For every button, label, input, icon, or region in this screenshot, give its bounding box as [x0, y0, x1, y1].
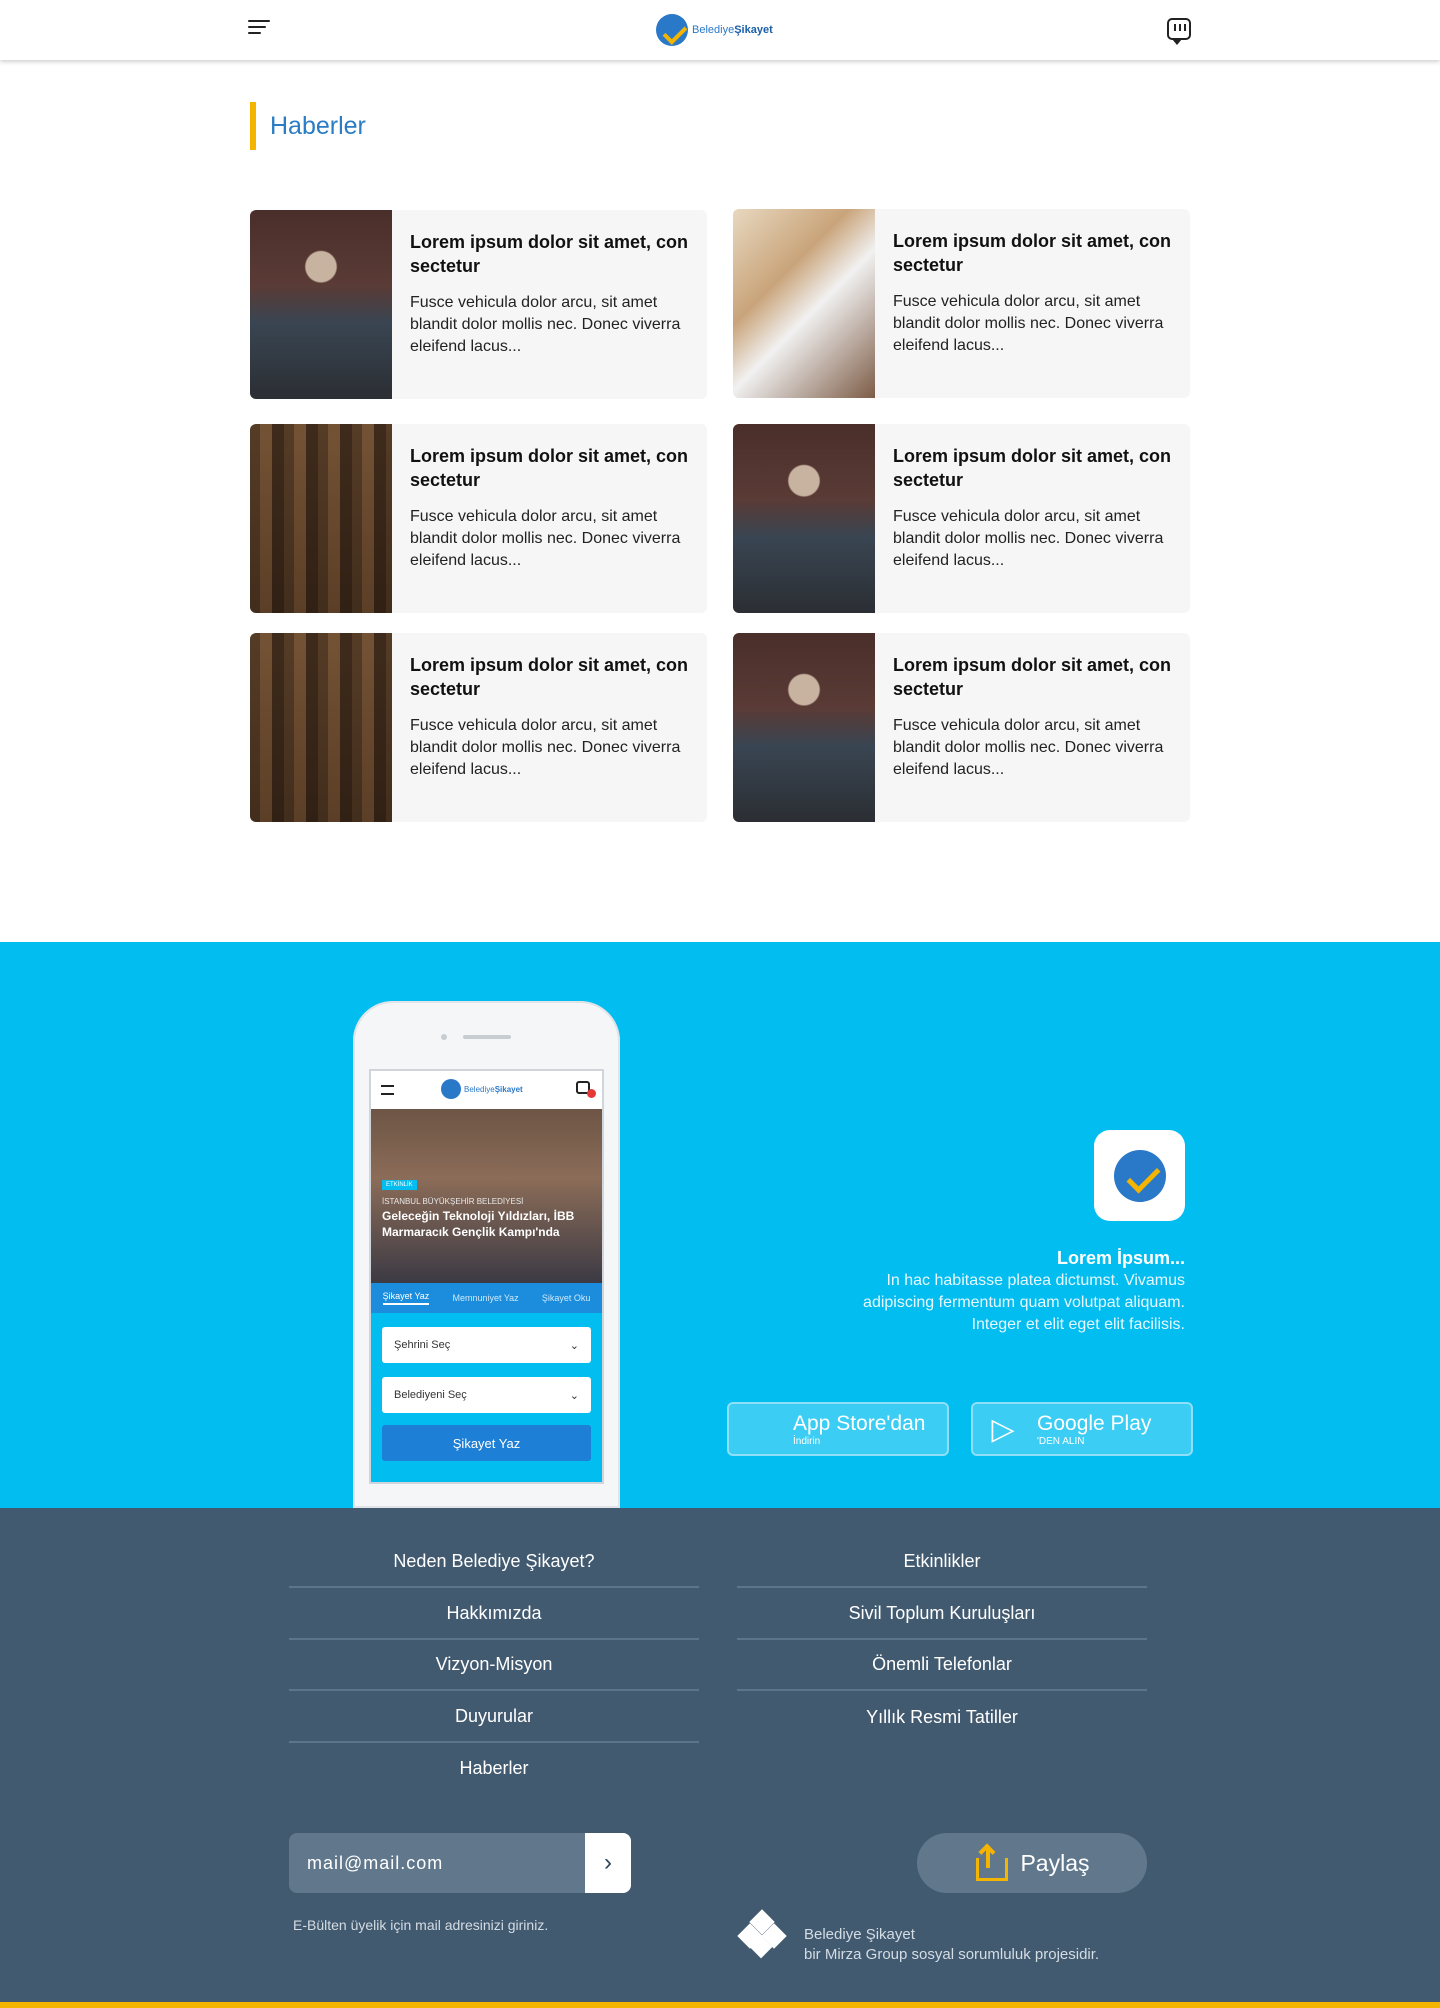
logo-text: BelediyeŞikayet [692, 24, 773, 36]
news-card[interactable]: Lorem ipsum dolor sit amet, con sectetur… [733, 209, 1190, 398]
phone-screen-header: Belediye Şikayet [371, 1071, 602, 1109]
hamburger-menu-icon[interactable] [248, 20, 270, 38]
news-thumbnail [250, 210, 392, 399]
news-card[interactable]: Lorem ipsum dolor sit amet, con sectetur… [250, 633, 707, 822]
newsletter-form: › [289, 1833, 631, 1893]
news-card-body: Lorem ipsum dolor sit amet, con sectetur… [392, 633, 707, 822]
news-thumbnail [250, 633, 392, 822]
chat-icon[interactable] [1167, 18, 1191, 45]
chevron-down-icon: ⌄ [569, 1389, 579, 1402]
app-logo-icon [1114, 1150, 1166, 1202]
news-card-body: Lorem ipsum dolor sit amet, con sectetur… [875, 633, 1190, 822]
newsletter-submit-button[interactable]: › [585, 1833, 631, 1893]
phone-speaker [463, 1035, 511, 1039]
phone-camera [441, 1034, 447, 1040]
logo-badge-icon [656, 14, 688, 46]
news-card-text: Fusce vehicula dolor arcu, sit amet blan… [410, 717, 681, 778]
news-thumbnail [733, 424, 875, 613]
chevron-down-icon: ⌄ [569, 1339, 579, 1352]
phone-hero: ETKİNLİK İSTANBUL BÜYÜKŞEHİR BELEDİYESİ … [371, 1109, 602, 1283]
phone-logo: Belediye Şikayet [441, 1079, 523, 1099]
phone-select-municipality: Belediyeni Seç ⌄ [382, 1377, 591, 1413]
phone-tab-1: Şikayet Yaz [382, 1291, 430, 1305]
app-store-button[interactable]: App Store'dan İndirin [727, 1402, 949, 1456]
news-card[interactable]: Lorem ipsum dolor sit amet, con sectetur… [250, 424, 707, 613]
google-play-button[interactable]: ▷ Google Play 'DEN ALIN [971, 1402, 1193, 1456]
phone-submit-button: Şikayet Yaz [382, 1425, 591, 1461]
share-button[interactable]: Paylaş [917, 1833, 1147, 1893]
news-card-title: Lorem ipsum dolor sit amet, con sectetur [893, 446, 1172, 490]
news-card-title: Lorem ipsum dolor sit amet, con sectetur [893, 231, 1172, 275]
news-card[interactable]: Lorem ipsum dolor sit amet, con sectetur… [733, 424, 1190, 613]
news-card-title: Lorem ipsum dolor sit amet, con sectetur [410, 655, 689, 699]
footer [0, 1508, 1440, 2008]
footer-link[interactable]: Yıllık Resmi Tatiller [737, 1692, 1147, 1743]
brand-text: Belediye Şikayet bir Mirza Group sosyal … [804, 1926, 1100, 1963]
phone-menu-icon [381, 1085, 394, 1095]
footer-link[interactable]: Sivil Toplum Kuruluşları [737, 1589, 1147, 1640]
news-card-text: Fusce vehicula dolor arcu, sit amet blan… [893, 508, 1164, 569]
footer-link[interactable]: Neden Belediye Şikayet? [289, 1537, 699, 1588]
phone-logo-icon [441, 1079, 461, 1099]
promo-text: In hac habitasse platea dictumst. Vivamu… [863, 1272, 1185, 1333]
phone-tab-3: Şikayet Oku [541, 1293, 591, 1303]
news-card-title: Lorem ipsum dolor sit amet, con sectetur [410, 232, 689, 276]
section-title-haberler: Haberler [250, 102, 366, 150]
footer-link[interactable]: Etkinlikler [737, 1537, 1147, 1588]
phone-tab-2: Memnuniyet Yaz [452, 1293, 519, 1303]
news-card-text: Fusce vehicula dolor arcu, sit amet blan… [893, 717, 1164, 778]
promo-title: Lorem İpsum... [1056, 1248, 1185, 1268]
phone-hero-headline: Geleceğin Teknoloji Yıldızları, İBB Marm… [382, 1209, 575, 1239]
newsletter-hint: E-Bülten üyelik için mail adresinizi gir… [293, 1917, 549, 1933]
footer-link[interactable]: Hakkımızda [289, 1589, 699, 1640]
app-icon [1094, 1130, 1185, 1221]
footer-link[interactable]: Duyurular [289, 1692, 699, 1743]
news-card-text: Fusce vehicula dolor arcu, sit amet blan… [410, 294, 681, 355]
share-icon [974, 1843, 1009, 1881]
phone-hero-tag: ETKİNLİK [382, 1180, 417, 1190]
top-navigation-bar: BelediyeŞikayet [0, 0, 1440, 60]
news-card-title: Lorem ipsum dolor sit amet, con sectetur [893, 655, 1172, 699]
news-card-body: Lorem ipsum dolor sit amet, con sectetur… [875, 424, 1190, 613]
phone-select-city: Şehrini Seç ⌄ [382, 1327, 591, 1363]
site-logo[interactable]: BelediyeŞikayet [656, 14, 773, 46]
news-card-text: Fusce vehicula dolor arcu, sit amet blan… [410, 508, 681, 569]
phone-mockup: Belediye Şikayet ETKİNLİK İSTANBUL BÜYÜKŞ… [353, 1001, 620, 1508]
news-thumbnail [733, 633, 875, 822]
news-card-body: Lorem ipsum dolor sit amet, con sectetur… [392, 424, 707, 613]
chevron-right-icon: › [604, 1849, 612, 1876]
news-card[interactable]: Lorem ipsum dolor sit amet, con sectetur… [250, 210, 707, 399]
app-promo-section [0, 942, 1440, 1508]
play-store-icon: ▷ [991, 1412, 1015, 1446]
newsletter-email-input[interactable] [289, 1833, 585, 1893]
news-card-body: Lorem ipsum dolor sit amet, con sectetur… [875, 209, 1190, 398]
phone-hero-subtitle: İSTANBUL BÜYÜKŞEHİR BELEDİYESİ [382, 1197, 524, 1206]
news-thumbnail [250, 424, 392, 613]
bottom-accent-bar [0, 2002, 1440, 2008]
news-card[interactable]: Lorem ipsum dolor sit amet, con sectetur… [733, 633, 1190, 822]
footer-link[interactable]: Haberler [289, 1743, 699, 1794]
phone-tabs: Şikayet Yaz Memnuniyet Yaz Şikayet Oku [371, 1283, 602, 1313]
phone-notification-badge [587, 1089, 596, 1098]
news-thumbnail [733, 209, 875, 398]
news-card-title: Lorem ipsum dolor sit amet, con sectetur [410, 446, 689, 490]
footer-link[interactable]: Önemli Telefonlar [737, 1640, 1147, 1691]
news-card-text: Fusce vehicula dolor arcu, sit amet blan… [893, 293, 1164, 354]
footer-link[interactable]: Vizyon-Misyon [289, 1640, 699, 1691]
phone-screen: Belediye Şikayet ETKİNLİK İSTANBUL BÜYÜKŞ… [369, 1069, 604, 1484]
news-card-body: Lorem ipsum dolor sit amet, con sectetur… [392, 210, 707, 399]
mirza-group-logo-icon [737, 1909, 787, 1959]
